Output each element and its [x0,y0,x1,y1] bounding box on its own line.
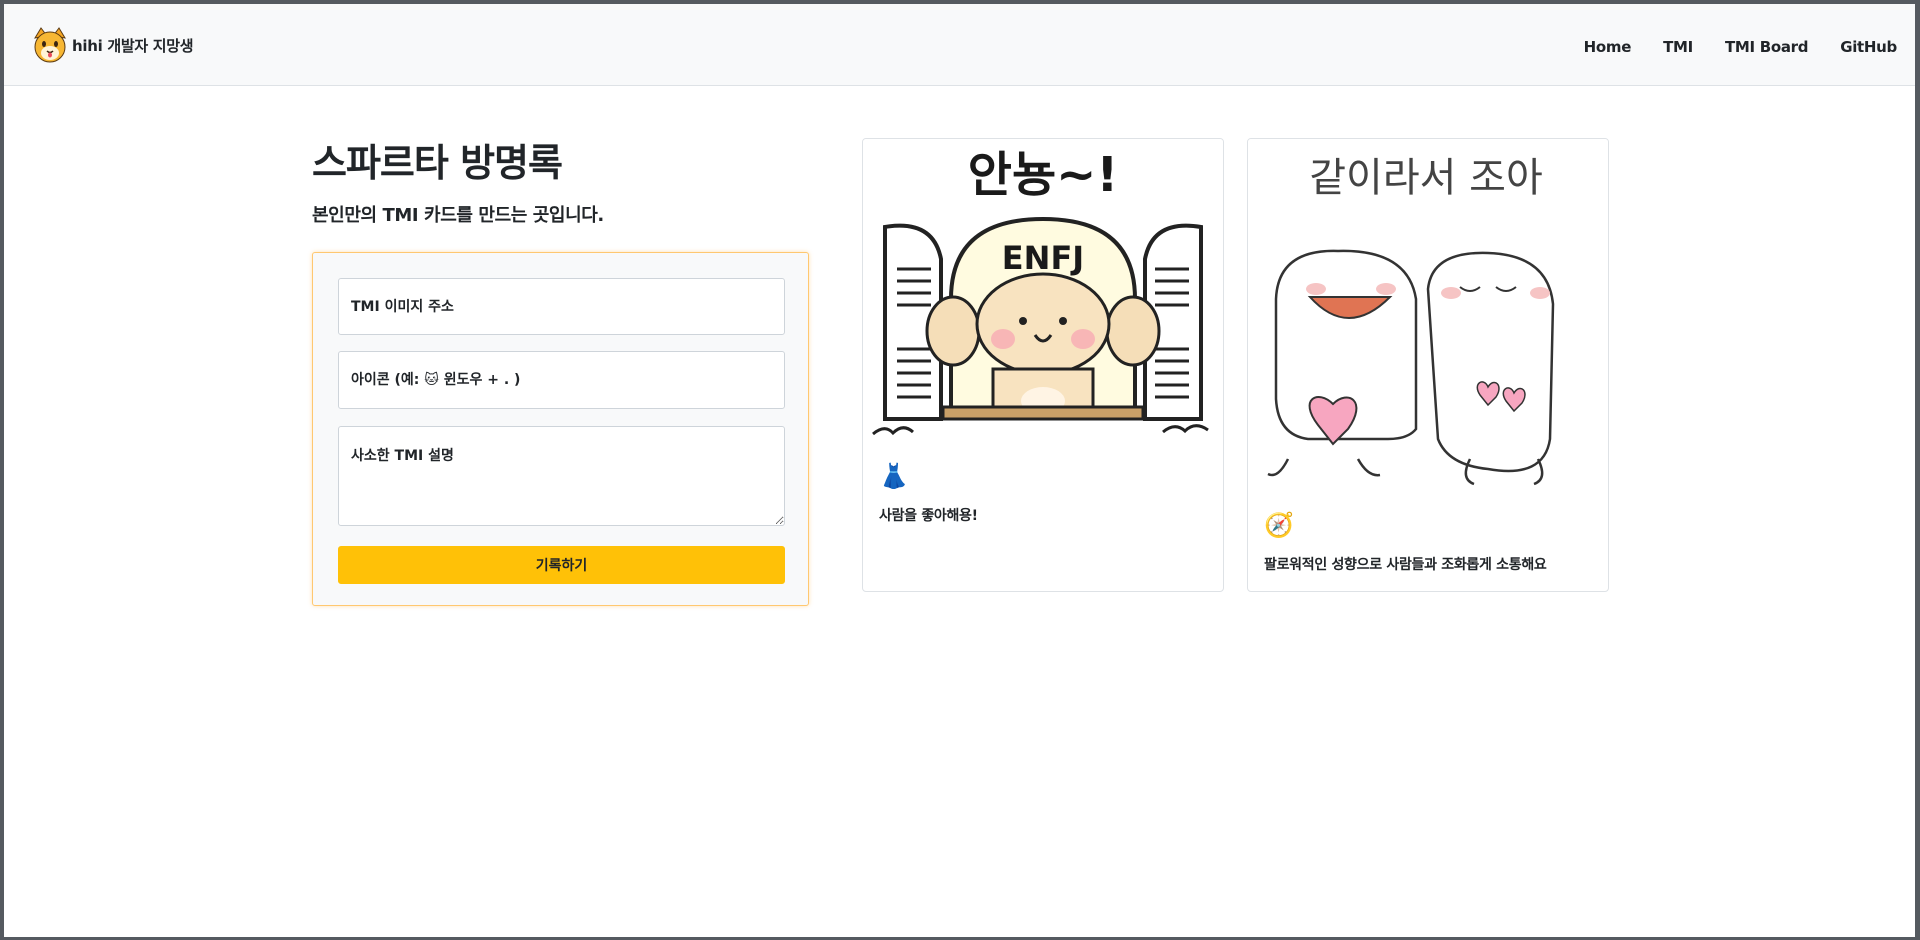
tmi-card: 안뇽~! ENFJ 👗 사람을 좋아해용! [862,138,1224,592]
card-image-caption: 안뇽~! [968,147,1118,203]
page-subtitle: 본인만의 TMI 카드를 만드는 곳입니다. [312,205,604,226]
browser-viewport: hihi 개발자 지망생 Home TMI TMI Board GitHub 스… [4,4,1915,937]
description-textarea[interactable] [338,426,785,526]
cat-logo-icon [34,27,66,63]
card-description: 팔로워적인 성향으로 사람들과 조화롭게 소통해요 [1264,557,1547,573]
card-emoji-icon: 🧭 [1264,511,1294,539]
card-image: 안뇽~! ENFJ [863,139,1223,449]
nav-home[interactable]: Home [1584,38,1632,56]
card-image-badge: ENFJ [1002,239,1084,277]
card-emoji-icon: 👗 [879,462,909,490]
tmi-card: 같이라서 조아 🧭 팔로워적인 성향으로 사람들과 조화롭게 소통해요 [1247,138,1609,592]
nav-links: Home TMI TMI Board GitHub [1552,38,1898,56]
submit-button[interactable]: 기록하기 [338,546,785,584]
image-url-input[interactable] [338,278,785,335]
brand-link[interactable]: hihi 개발자 지망생 [32,26,194,64]
page-title: 스파르타 방명록 [312,141,563,185]
navbar: hihi 개발자 지망생 Home TMI TMI Board GitHub [4,4,1915,86]
nav-tmi-board[interactable]: TMI Board [1725,38,1809,56]
icon-input[interactable] [338,351,785,409]
brand-name: hihi 개발자 지망생 [72,36,194,55]
nav-github[interactable]: GitHub [1840,38,1897,56]
card-image: 같이라서 조아 [1248,139,1608,499]
nav-tmi[interactable]: TMI [1663,38,1693,56]
card-description: 사람을 좋아해용! [879,508,978,524]
tmi-form: 기록하기 [312,252,809,606]
card-image-caption: 같이라서 조아 [1309,155,1543,201]
